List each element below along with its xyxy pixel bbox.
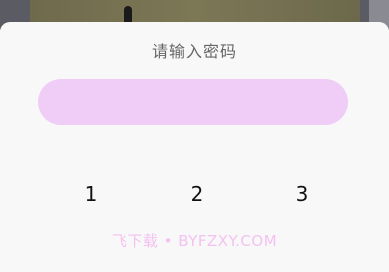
password-input[interactable] (38, 79, 348, 125)
watermark: 飞下载 • BYFZXY.COM (111, 232, 278, 250)
keypad-key-3[interactable]: 3 (262, 174, 342, 214)
dialog-title: 请输入密码 (151, 42, 237, 61)
password-sheet: 请输入密码 1 2 3 飞下载 • BYFZXY.COM (0, 22, 389, 272)
keypad-key-1[interactable]: 1 (51, 174, 131, 214)
keypad-key-2[interactable]: 2 (157, 174, 237, 214)
